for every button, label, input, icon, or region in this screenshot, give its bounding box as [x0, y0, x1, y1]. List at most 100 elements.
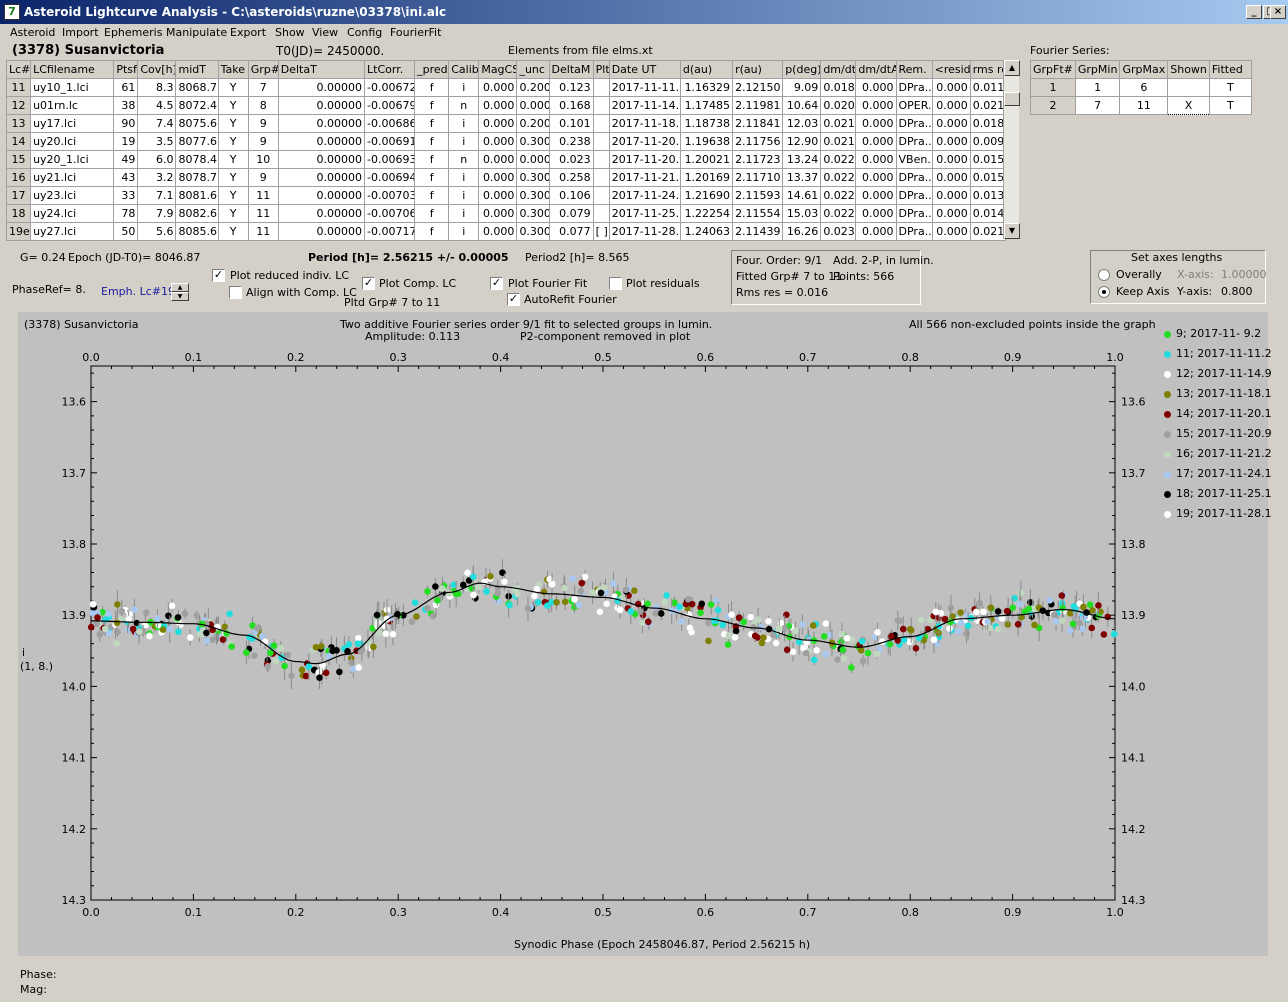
table-cell[interactable]: 0.300	[516, 132, 550, 151]
table-cell[interactable]: 49	[113, 150, 139, 169]
table-cell[interactable]: 0.013	[969, 186, 1007, 205]
row-header[interactable]: 13	[5, 114, 32, 133]
table-cell[interactable]: 7.9	[137, 204, 177, 223]
table-cell[interactable]: i	[448, 186, 480, 205]
table-cell[interactable]: 0.000	[855, 222, 897, 241]
table-cell[interactable]: 0.000	[478, 114, 518, 133]
table-cell[interactable]: 2017-11-18.1	[608, 114, 681, 133]
table-cell[interactable]: 1.18738	[679, 114, 734, 133]
table-cell[interactable]: uy27.lci	[30, 222, 115, 241]
table-cell[interactable]: 2017-11-20.9	[608, 150, 681, 169]
fourier-series-table[interactable]: GrpFt# GrpMin GrpMax Shown Fitted 1 1 6 T 2 7 11 X T	[1030, 60, 1252, 115]
table-cell[interactable]: 0.014	[969, 204, 1007, 223]
table-cell[interactable]: 0.000	[931, 168, 971, 187]
table-cell[interactable]: 8	[247, 96, 279, 115]
y-axis-value[interactable]: 0.800	[1221, 285, 1253, 298]
column-header[interactable]: rms res	[969, 60, 1007, 79]
column-header[interactable]: Calib.	[448, 60, 480, 79]
plot-comp-checkbox[interactable]: ✓	[362, 277, 375, 290]
table-cell[interactable]: n	[448, 96, 480, 115]
scroll-thumb[interactable]	[1004, 92, 1020, 106]
column-header[interactable]: DeltaM	[548, 60, 594, 79]
row-header[interactable]: 11	[5, 78, 32, 97]
table-cell[interactable]: 2.11756	[732, 132, 784, 151]
table-cell[interactable]: u01rn.lc	[30, 96, 115, 115]
table-cell[interactable]: DPra...	[895, 78, 933, 97]
scroll-up-icon[interactable]: ▲	[1004, 60, 1020, 76]
column-header[interactable]: _pred.	[414, 60, 450, 79]
table-cell[interactable]: DPra...	[895, 168, 933, 187]
scroll-down-icon[interactable]: ▼	[1004, 223, 1020, 239]
table-cell[interactable]: 2017-11-24.1	[608, 186, 681, 205]
table-cell[interactable]: 0.000	[855, 186, 897, 205]
table-cell[interactable]: 1.19638	[679, 132, 734, 151]
table-cell[interactable]: 12.03	[782, 114, 822, 133]
table-cell[interactable]: DPra...	[895, 114, 933, 133]
table-cell[interactable]: i	[448, 114, 480, 133]
table-cell[interactable]: 16.26	[782, 222, 822, 241]
table-cell[interactable]: 0.022	[820, 204, 857, 223]
fourier-row-header[interactable]: 1	[1030, 78, 1076, 97]
table-cell[interactable]: -0.00679	[364, 96, 416, 115]
column-header[interactable]: DeltaT	[277, 60, 366, 79]
table-cell[interactable]: 1.20169	[679, 168, 734, 187]
table-cell[interactable]: 4.5	[137, 96, 177, 115]
table-cell[interactable]: 2.11710	[732, 168, 784, 187]
table-cell[interactable]: 0.022	[820, 150, 857, 169]
fourier-cell[interactable]: 1	[1074, 78, 1121, 97]
table-cell[interactable]: uy23.lci	[30, 186, 115, 205]
menu-fourierfit[interactable]: FourierFit	[390, 26, 441, 39]
table-cell[interactable]: 8081.6	[175, 186, 219, 205]
fourier-row[interactable]: 116T	[1030, 78, 1252, 97]
table-cell[interactable]: Y	[217, 132, 249, 151]
table-cell[interactable]: 0.000	[516, 96, 550, 115]
column-header[interactable]: Rem.	[895, 60, 933, 79]
table-cell[interactable]: 38	[113, 96, 139, 115]
table-cell[interactable]: i	[448, 78, 480, 97]
column-header[interactable]: r(au)	[732, 60, 784, 79]
table-cell[interactable]: 1.20021	[679, 150, 734, 169]
table-cell[interactable]: -0.00717	[364, 222, 416, 241]
table-cell[interactable]: 2.12150	[732, 78, 784, 97]
table-cell[interactable]: 61	[113, 78, 139, 97]
table-row[interactable]: 13 uy17.lci 90 7.4 8075.6 Y 9 0.00000 -0.00686 f i…	[5, 114, 1007, 133]
row-header[interactable]: 19e	[5, 222, 32, 241]
table-cell[interactable]: 10.64	[782, 96, 822, 115]
table-cell[interactable]: 0.000	[478, 222, 518, 241]
lightcurve-plot[interactable]: 0.0 0.0 0.1 0.1 0.2 0.2 0.3 0.3 0.4 0.4 0.5 0.5 0.6 0…	[18, 312, 1272, 956]
fourier-column-header[interactable]: GrpFt#	[1030, 60, 1076, 79]
table-cell[interactable]: uy20.lci	[30, 132, 115, 151]
row-header[interactable]: 12	[5, 96, 32, 115]
table-cell[interactable]: 0.000	[478, 132, 518, 151]
table-cell[interactable]	[592, 150, 610, 169]
table-cell[interactable]: 0.009	[969, 132, 1007, 151]
table-cell[interactable]: 0.077	[548, 222, 594, 241]
table-cell[interactable]: 0.000	[478, 96, 518, 115]
table-scrollbar[interactable]: ▲ ▼	[1003, 60, 1020, 239]
column-header[interactable]: <resid>	[931, 60, 971, 79]
table-cell[interactable]: 7.1	[137, 186, 177, 205]
table-cell[interactable]: 0.022	[820, 186, 857, 205]
table-cell[interactable]: 7	[247, 78, 279, 97]
x-axis-value[interactable]: 1.00000	[1221, 268, 1267, 281]
table-cell[interactable]: -0.00693	[364, 150, 416, 169]
table-cell[interactable]: Y	[217, 168, 249, 187]
spin-up-icon[interactable]: ▲	[171, 283, 189, 292]
table-cell[interactable]: 15.03	[782, 204, 822, 223]
table-cell[interactable]: 0.000	[855, 114, 897, 133]
fourier-cell[interactable]: 11	[1119, 96, 1169, 115]
table-cell[interactable]: 19	[113, 132, 139, 151]
table-cell[interactable]: VBen...	[895, 150, 933, 169]
table-cell[interactable]: 8.3	[137, 78, 177, 97]
menu-config[interactable]: Config	[347, 26, 382, 39]
menu-asteroid[interactable]: Asteroid	[10, 26, 55, 39]
table-cell[interactable]: 0.101	[548, 114, 594, 133]
table-cell[interactable]: Y	[217, 96, 249, 115]
table-row[interactable]: 17 uy23.lci 33 7.1 8081.6 Y 11 0.00000 -0.00703 f…	[5, 186, 1007, 205]
table-cell[interactable]: 8078.7	[175, 168, 219, 187]
table-cell[interactable]: Y	[217, 114, 249, 133]
fourier-cell[interactable]: 7	[1074, 96, 1121, 115]
table-cell[interactable]	[592, 78, 610, 97]
fourier-column-header[interactable]: GrpMax	[1119, 60, 1169, 79]
table-cell[interactable]: 0.000	[855, 168, 897, 187]
